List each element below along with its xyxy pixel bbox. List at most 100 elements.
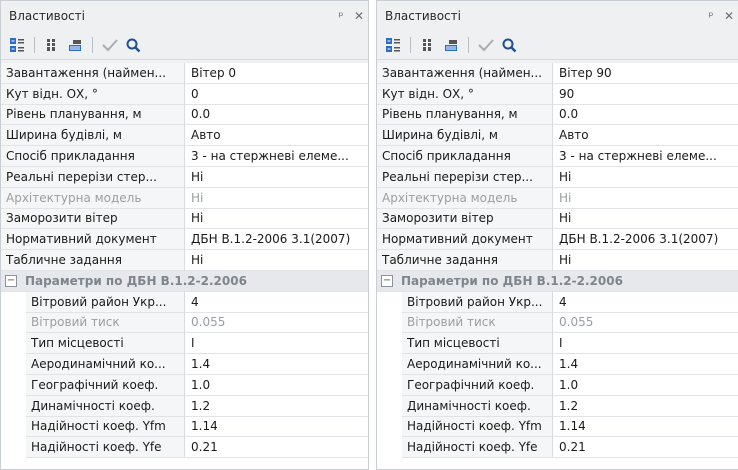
property-row[interactable]: Нормативний документ ДБН В.1.2-2006 3.1(2… — [377, 229, 738, 251]
search-icon[interactable] — [499, 35, 519, 55]
search-icon[interactable] — [123, 35, 143, 55]
property-value[interactable]: 3 - на стержневі елеме... — [553, 146, 738, 166]
property-name: Аеродинамічний ко... — [402, 354, 553, 374]
property-group-header[interactable]: − Параметри по ДБН В.1.2-2.2006 — [1, 270, 368, 292]
property-name: Надійності коеф. Yfe — [26, 437, 185, 458]
property-row[interactable]: Тип місцевості I — [402, 333, 738, 355]
property-value[interactable]: Ні — [553, 167, 738, 187]
property-value: Ні — [559, 190, 572, 205]
property-value[interactable]: 1.2 — [185, 396, 368, 416]
property-row[interactable]: Рівень планування, м 0.0 — [1, 104, 368, 126]
property-row[interactable]: Ширина будівлі, м Авто — [377, 125, 738, 147]
group-label: Параметри по ДБН В.1.2-2.2006 — [25, 273, 247, 288]
apply-check-icon[interactable] — [100, 35, 120, 55]
property-value[interactable]: 1.0 — [185, 375, 368, 395]
property-value[interactable]: 0.0 — [185, 105, 368, 125]
property-name: Завантаження (наймен... — [1, 63, 185, 83]
property-value[interactable]: Ні — [553, 250, 738, 270]
property-value[interactable]: 3 - на стержневі елеме... — [185, 146, 368, 166]
property-value[interactable]: ДБН В.1.2-2006 3.1(2007) — [185, 229, 368, 249]
property-pages-icon[interactable] — [441, 35, 461, 55]
property-row[interactable]: Географічний коеф. 1.0 — [26, 374, 368, 396]
property-name: Надійності коеф. Yfm — [26, 416, 185, 437]
property-row[interactable]: Заморозити вітер Ні — [1, 208, 368, 230]
categorized-icon[interactable] — [383, 35, 403, 55]
property-row[interactable]: Динамічності коеф. 1.2 — [402, 395, 738, 417]
property-row[interactable]: Кут відн. ОХ, ° 90 — [377, 83, 738, 105]
property-row[interactable]: Нормативний документ ДБН В.1.2-2006 3.1(2… — [1, 229, 368, 251]
toolbar-separator — [410, 37, 411, 53]
property-pages-icon[interactable] — [65, 35, 85, 55]
pin-icon[interactable]: ᵖ — [702, 9, 720, 23]
property-value[interactable]: 1.4 — [553, 354, 738, 374]
property-grid: Завантаження (наймен... Вітер 90 Кут відн… — [377, 63, 738, 469]
collapse-icon[interactable]: − — [5, 274, 17, 287]
property-row[interactable]: Надійності коеф. Yfe 0.21 — [402, 437, 738, 459]
property-row[interactable]: Табличне задання Ні — [1, 250, 368, 271]
property-name: Кут відн. ОХ, ° — [1, 83, 185, 104]
property-value[interactable]: 4 — [553, 292, 738, 312]
apply-check-icon[interactable] — [476, 35, 496, 55]
property-group-header[interactable]: − Параметри по ДБН В.1.2-2.2006 — [377, 270, 738, 292]
property-value[interactable]: 1.0 — [553, 375, 738, 395]
property-value[interactable]: Авто — [185, 125, 368, 145]
property-row[interactable]: Рівень планування, м 0.0 — [377, 104, 738, 126]
property-row[interactable]: Географічний коеф. 1.0 — [402, 374, 738, 396]
property-value[interactable]: Ні — [185, 250, 368, 270]
property-name: Нормативний документ — [377, 229, 553, 250]
property-row[interactable]: Реальні перерізи стер... Ні — [1, 166, 368, 188]
property-value[interactable]: Ні — [185, 209, 368, 229]
property-value[interactable]: ДБН В.1.2-2006 3.1(2007) — [553, 229, 738, 249]
close-icon[interactable]: ✕ — [350, 9, 368, 23]
property-value[interactable]: 1.14 — [553, 417, 738, 437]
property-row[interactable]: Табличне задання Ні — [377, 250, 738, 271]
property-row[interactable]: Заморозити вітер Ні — [377, 208, 738, 230]
property-row[interactable]: Завантаження (наймен... Вітер 0 — [1, 63, 368, 84]
property-name: Заморозити вітер — [1, 208, 185, 229]
property-row[interactable]: Аеродинамічний ко... 1.4 — [402, 354, 738, 375]
property-name: Вітровий район Укр... — [26, 291, 185, 312]
property-value[interactable]: Ні — [185, 167, 368, 187]
property-value[interactable]: 0 — [185, 84, 368, 104]
property-row[interactable]: Надійності коеф. Yfm 1.14 — [26, 416, 368, 438]
property-row: Архітектурна модель Ні — [377, 187, 738, 209]
property-value[interactable]: I — [185, 333, 368, 353]
property-value[interactable]: 0.21 — [185, 437, 368, 457]
alphabetical-icon[interactable] — [42, 35, 62, 55]
property-value[interactable]: 0.0 — [553, 105, 738, 125]
property-value[interactable]: 1.4 — [185, 354, 368, 374]
property-row[interactable]: Завантаження (наймен... Вітер 90 — [377, 63, 738, 84]
property-value[interactable]: Авто — [553, 125, 738, 145]
property-row[interactable]: Вітровий район Укр... 4 — [402, 291, 738, 313]
property-value[interactable]: 4 — [185, 292, 368, 312]
property-value[interactable]: I — [553, 333, 738, 353]
property-name: Географічний коеф. — [402, 374, 553, 395]
property-value[interactable]: 1.14 — [185, 417, 368, 437]
property-value[interactable]: Ні — [553, 209, 738, 229]
properties-panel-left: Властивості ᵖ ✕ Завантаження (наймен... В… — [0, 0, 369, 470]
alphabetical-icon[interactable] — [418, 35, 438, 55]
property-row[interactable]: Спосіб прикладання 3 - на стержневі елеме… — [1, 146, 368, 167]
property-row[interactable]: Тип місцевості I — [26, 333, 368, 355]
property-row[interactable]: Динамічності коеф. 1.2 — [26, 395, 368, 417]
property-row[interactable]: Надійності коеф. Yfe 0.21 — [26, 437, 368, 459]
property-row[interactable]: Аеродинамічний ко... 1.4 — [26, 354, 368, 375]
property-row[interactable]: Надійності коеф. Yfm 1.14 — [402, 416, 738, 438]
property-row[interactable]: Кут відн. ОХ, ° 0 — [1, 83, 368, 105]
property-row[interactable]: Вітровий район Укр... 4 — [26, 291, 368, 313]
property-row[interactable]: Ширина будівлі, м Авто — [1, 125, 368, 147]
pin-icon[interactable]: ᵖ — [332, 9, 350, 23]
close-icon[interactable]: ✕ — [720, 9, 738, 23]
categorized-icon[interactable] — [7, 35, 27, 55]
property-name: Тип місцевості — [26, 333, 185, 354]
property-value[interactable]: Вітер 90 — [553, 63, 738, 83]
toolbar-separator — [34, 37, 35, 53]
collapse-icon[interactable]: − — [381, 274, 393, 287]
property-value[interactable]: 90 — [553, 84, 738, 104]
property-row[interactable]: Реальні перерізи стер... Ні — [377, 166, 738, 188]
property-value[interactable]: 1.2 — [553, 396, 738, 416]
property-row[interactable]: Спосіб прикладання 3 - на стержневі елеме… — [377, 146, 738, 167]
property-value[interactable]: Вітер 0 — [185, 63, 368, 83]
property-value[interactable]: 0.21 — [553, 437, 738, 457]
property-name: Кут відн. ОХ, ° — [377, 83, 553, 104]
